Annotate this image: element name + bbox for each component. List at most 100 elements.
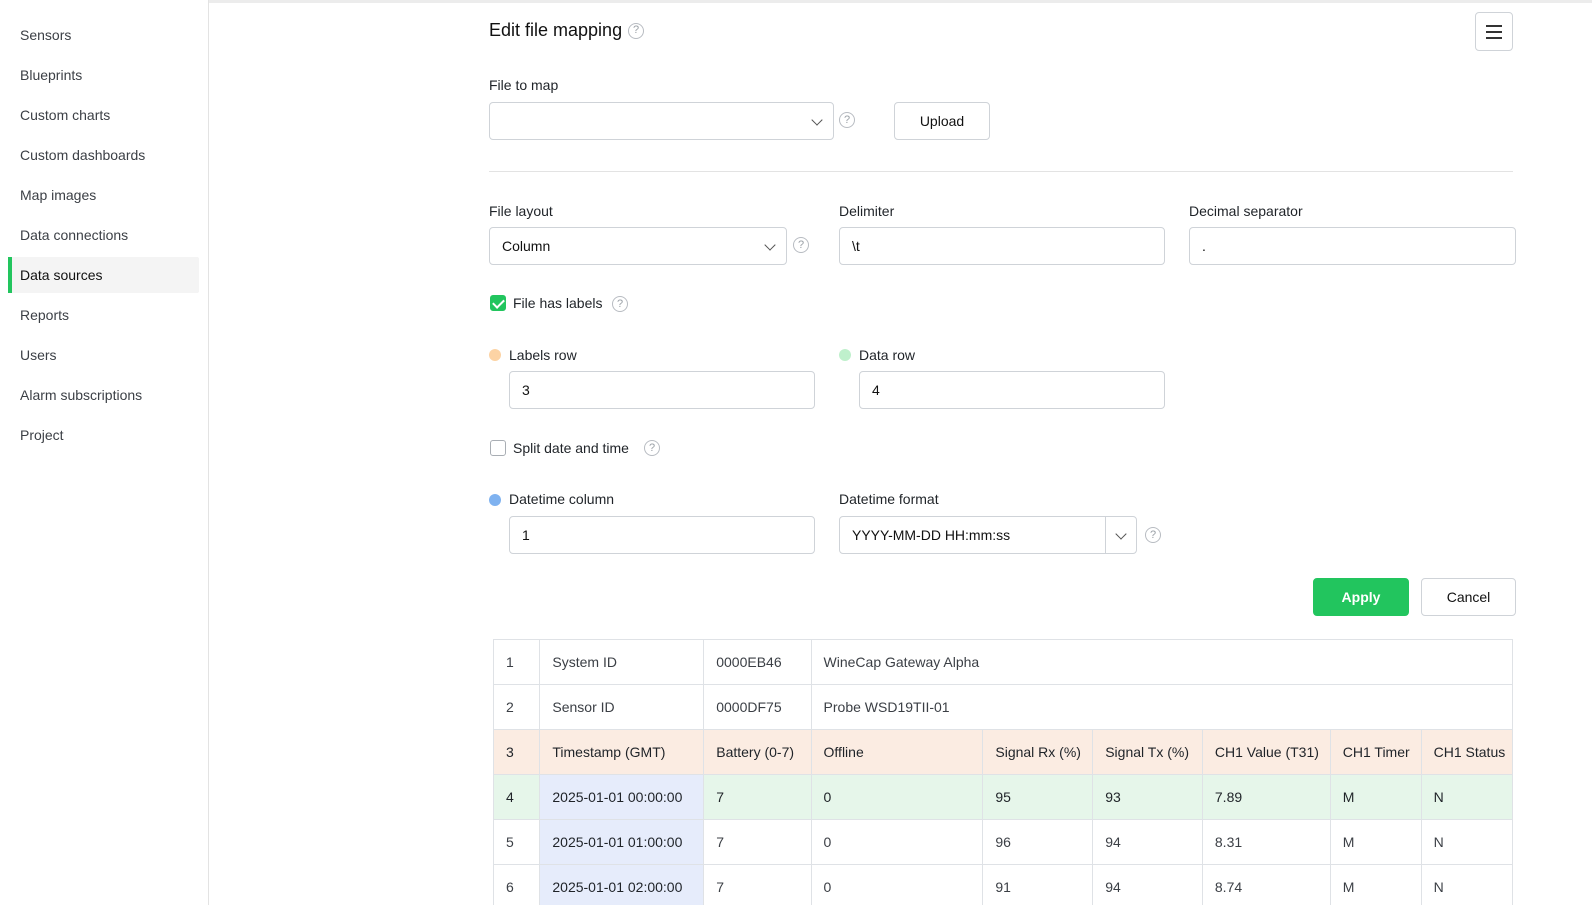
sidebar-item-data-sources[interactable]: Data sources (8, 257, 199, 293)
datetime-format-value: YYYY-MM-DD HH:mm:ss (852, 527, 1011, 543)
table-cell: 7 (703, 819, 812, 865)
table-cell: 94 (1092, 819, 1203, 865)
row-number: 4 (493, 774, 541, 820)
table-cell: 7 (703, 864, 812, 905)
data-row: 4 2025-01-01 00:00:00 7 0 95 93 7.89 M N (493, 774, 1513, 820)
decimal-separator-input[interactable]: . (1189, 227, 1516, 265)
table-row: 6 2025-01-01 02:00:00 7 0 91 94 8.74 M N (493, 864, 1513, 905)
header-cell: Timestamp (GMT) (539, 729, 705, 775)
header-cell: CH1 Value (T31) (1201, 729, 1331, 775)
file-has-labels-checkbox[interactable] (490, 295, 506, 311)
table-cell: 8.31 (1201, 819, 1331, 865)
file-to-map-label: File to map (489, 77, 559, 93)
labels-row: 3 Timestamp (GMT) Battery (0-7) Offline … (493, 729, 1513, 775)
sidebar-item-alarm-subscriptions[interactable]: Alarm subscriptions (8, 377, 199, 413)
data-row-input[interactable]: 4 (859, 371, 1165, 409)
row-number: 6 (493, 864, 541, 905)
sidebar: Sensors Blueprints Custom charts Custom … (0, 0, 209, 905)
help-icon[interactable]: ? (644, 440, 660, 456)
table-cell: 95 (982, 774, 1094, 820)
help-icon[interactable]: ? (839, 112, 855, 128)
table-cell: 7 (703, 774, 812, 820)
table-cell: 2025-01-01 00:00:00 (539, 774, 705, 820)
row-number: 1 (493, 639, 541, 685)
header-cell: Signal Rx (%) (982, 729, 1094, 775)
labels-row-dot (489, 349, 501, 361)
preview-table: 1 System ID 0000EB46 WineCap Gateway Alp… (493, 639, 1513, 905)
table-cell: M (1329, 819, 1422, 865)
table-cell: 8.74 (1201, 864, 1331, 905)
table-row: 5 2025-01-01 01:00:00 7 0 96 94 8.31 M N (493, 819, 1513, 865)
table-row: 2 Sensor ID 0000DF75 Probe WSD19TII-01 (493, 684, 1513, 730)
table-cell: M (1329, 774, 1422, 820)
table-cell: 0 (810, 864, 984, 905)
table-cell: 93 (1092, 774, 1203, 820)
delimiter-input[interactable]: \t (839, 227, 1165, 265)
sidebar-item-blueprints[interactable]: Blueprints (8, 57, 199, 93)
divider (489, 171, 1513, 172)
sidebar-item-data-connections[interactable]: Data connections (8, 217, 199, 253)
chevron-down-icon (1115, 528, 1127, 540)
table-cell: N (1420, 774, 1513, 820)
file-to-map-select[interactable] (489, 102, 834, 140)
row-number: 2 (493, 684, 541, 730)
apply-button[interactable]: Apply (1313, 578, 1409, 616)
sidebar-item-sensors[interactable]: Sensors (8, 17, 199, 53)
help-icon[interactable]: ? (1145, 527, 1161, 543)
data-row-dot (839, 349, 851, 361)
datetime-format-select[interactable]: YYYY-MM-DD HH:mm:ss (839, 516, 1137, 554)
cancel-button[interactable]: Cancel (1421, 578, 1516, 616)
sidebar-item-custom-dashboards[interactable]: Custom dashboards (8, 137, 199, 173)
datetime-format-dropdown-toggle[interactable] (1105, 517, 1136, 553)
hamburger-icon (1486, 24, 1502, 27)
menu-button[interactable] (1475, 12, 1513, 51)
table-cell: N (1420, 864, 1513, 905)
sidebar-item-users[interactable]: Users (8, 337, 199, 373)
datetime-format-label: Datetime format (839, 491, 939, 507)
header-cell: CH1 Timer (1329, 729, 1422, 775)
row-number: 5 (493, 819, 541, 865)
header-cell: Battery (0-7) (703, 729, 812, 775)
table-cell: 94 (1092, 864, 1203, 905)
header-cell: CH1 Status (1420, 729, 1513, 775)
header-cell: Offline (810, 729, 984, 775)
page-title-wrap: Edit file mapping ? (489, 20, 645, 41)
labels-row-input[interactable]: 3 (509, 371, 815, 409)
table-cell: N (1420, 819, 1513, 865)
file-layout-label: File layout (489, 203, 553, 219)
page-title: Edit file mapping (489, 20, 623, 40)
table-cell: Probe WSD19TII-01 (810, 684, 1513, 730)
delimiter-label: Delimiter (839, 203, 895, 219)
chevron-down-icon (764, 239, 776, 251)
help-icon[interactable]: ? (793, 237, 809, 253)
sidebar-item-custom-charts[interactable]: Custom charts (8, 97, 199, 133)
help-icon[interactable]: ? (612, 296, 628, 312)
table-cell: Sensor ID (539, 684, 705, 730)
sidebar-item-reports[interactable]: Reports (8, 297, 199, 333)
data-row-label: Data row (859, 347, 916, 363)
table-row: 1 System ID 0000EB46 WineCap Gateway Alp… (493, 639, 1513, 685)
split-date-time-checkbox[interactable] (490, 440, 506, 456)
table-cell: 91 (982, 864, 1094, 905)
table-cell: 0 (810, 774, 984, 820)
table-cell: 0 (810, 819, 984, 865)
file-layout-select[interactable]: Column (489, 227, 787, 265)
top-shadow (0, 0, 1592, 3)
table-cell: System ID (539, 639, 705, 685)
table-cell: 2025-01-01 01:00:00 (539, 819, 705, 865)
datetime-column-dot (489, 494, 501, 506)
file-layout-value: Column (502, 238, 551, 254)
decimal-separator-label: Decimal separator (1189, 203, 1303, 219)
table-cell: 0000DF75 (703, 684, 812, 730)
header-cell: Signal Tx (%) (1092, 729, 1203, 775)
file-has-labels-label: File has labels (513, 295, 603, 311)
row-number: 3 (493, 729, 541, 775)
datetime-column-input[interactable]: 1 (509, 516, 815, 554)
sidebar-item-map-images[interactable]: Map images (8, 177, 199, 213)
split-date-time-label: Split date and time (513, 440, 629, 456)
upload-button[interactable]: Upload (894, 102, 990, 140)
labels-row-label: Labels row (509, 347, 577, 363)
help-icon[interactable]: ? (628, 22, 645, 39)
sidebar-item-project[interactable]: Project (8, 417, 199, 453)
table-cell: 7.89 (1201, 774, 1331, 820)
